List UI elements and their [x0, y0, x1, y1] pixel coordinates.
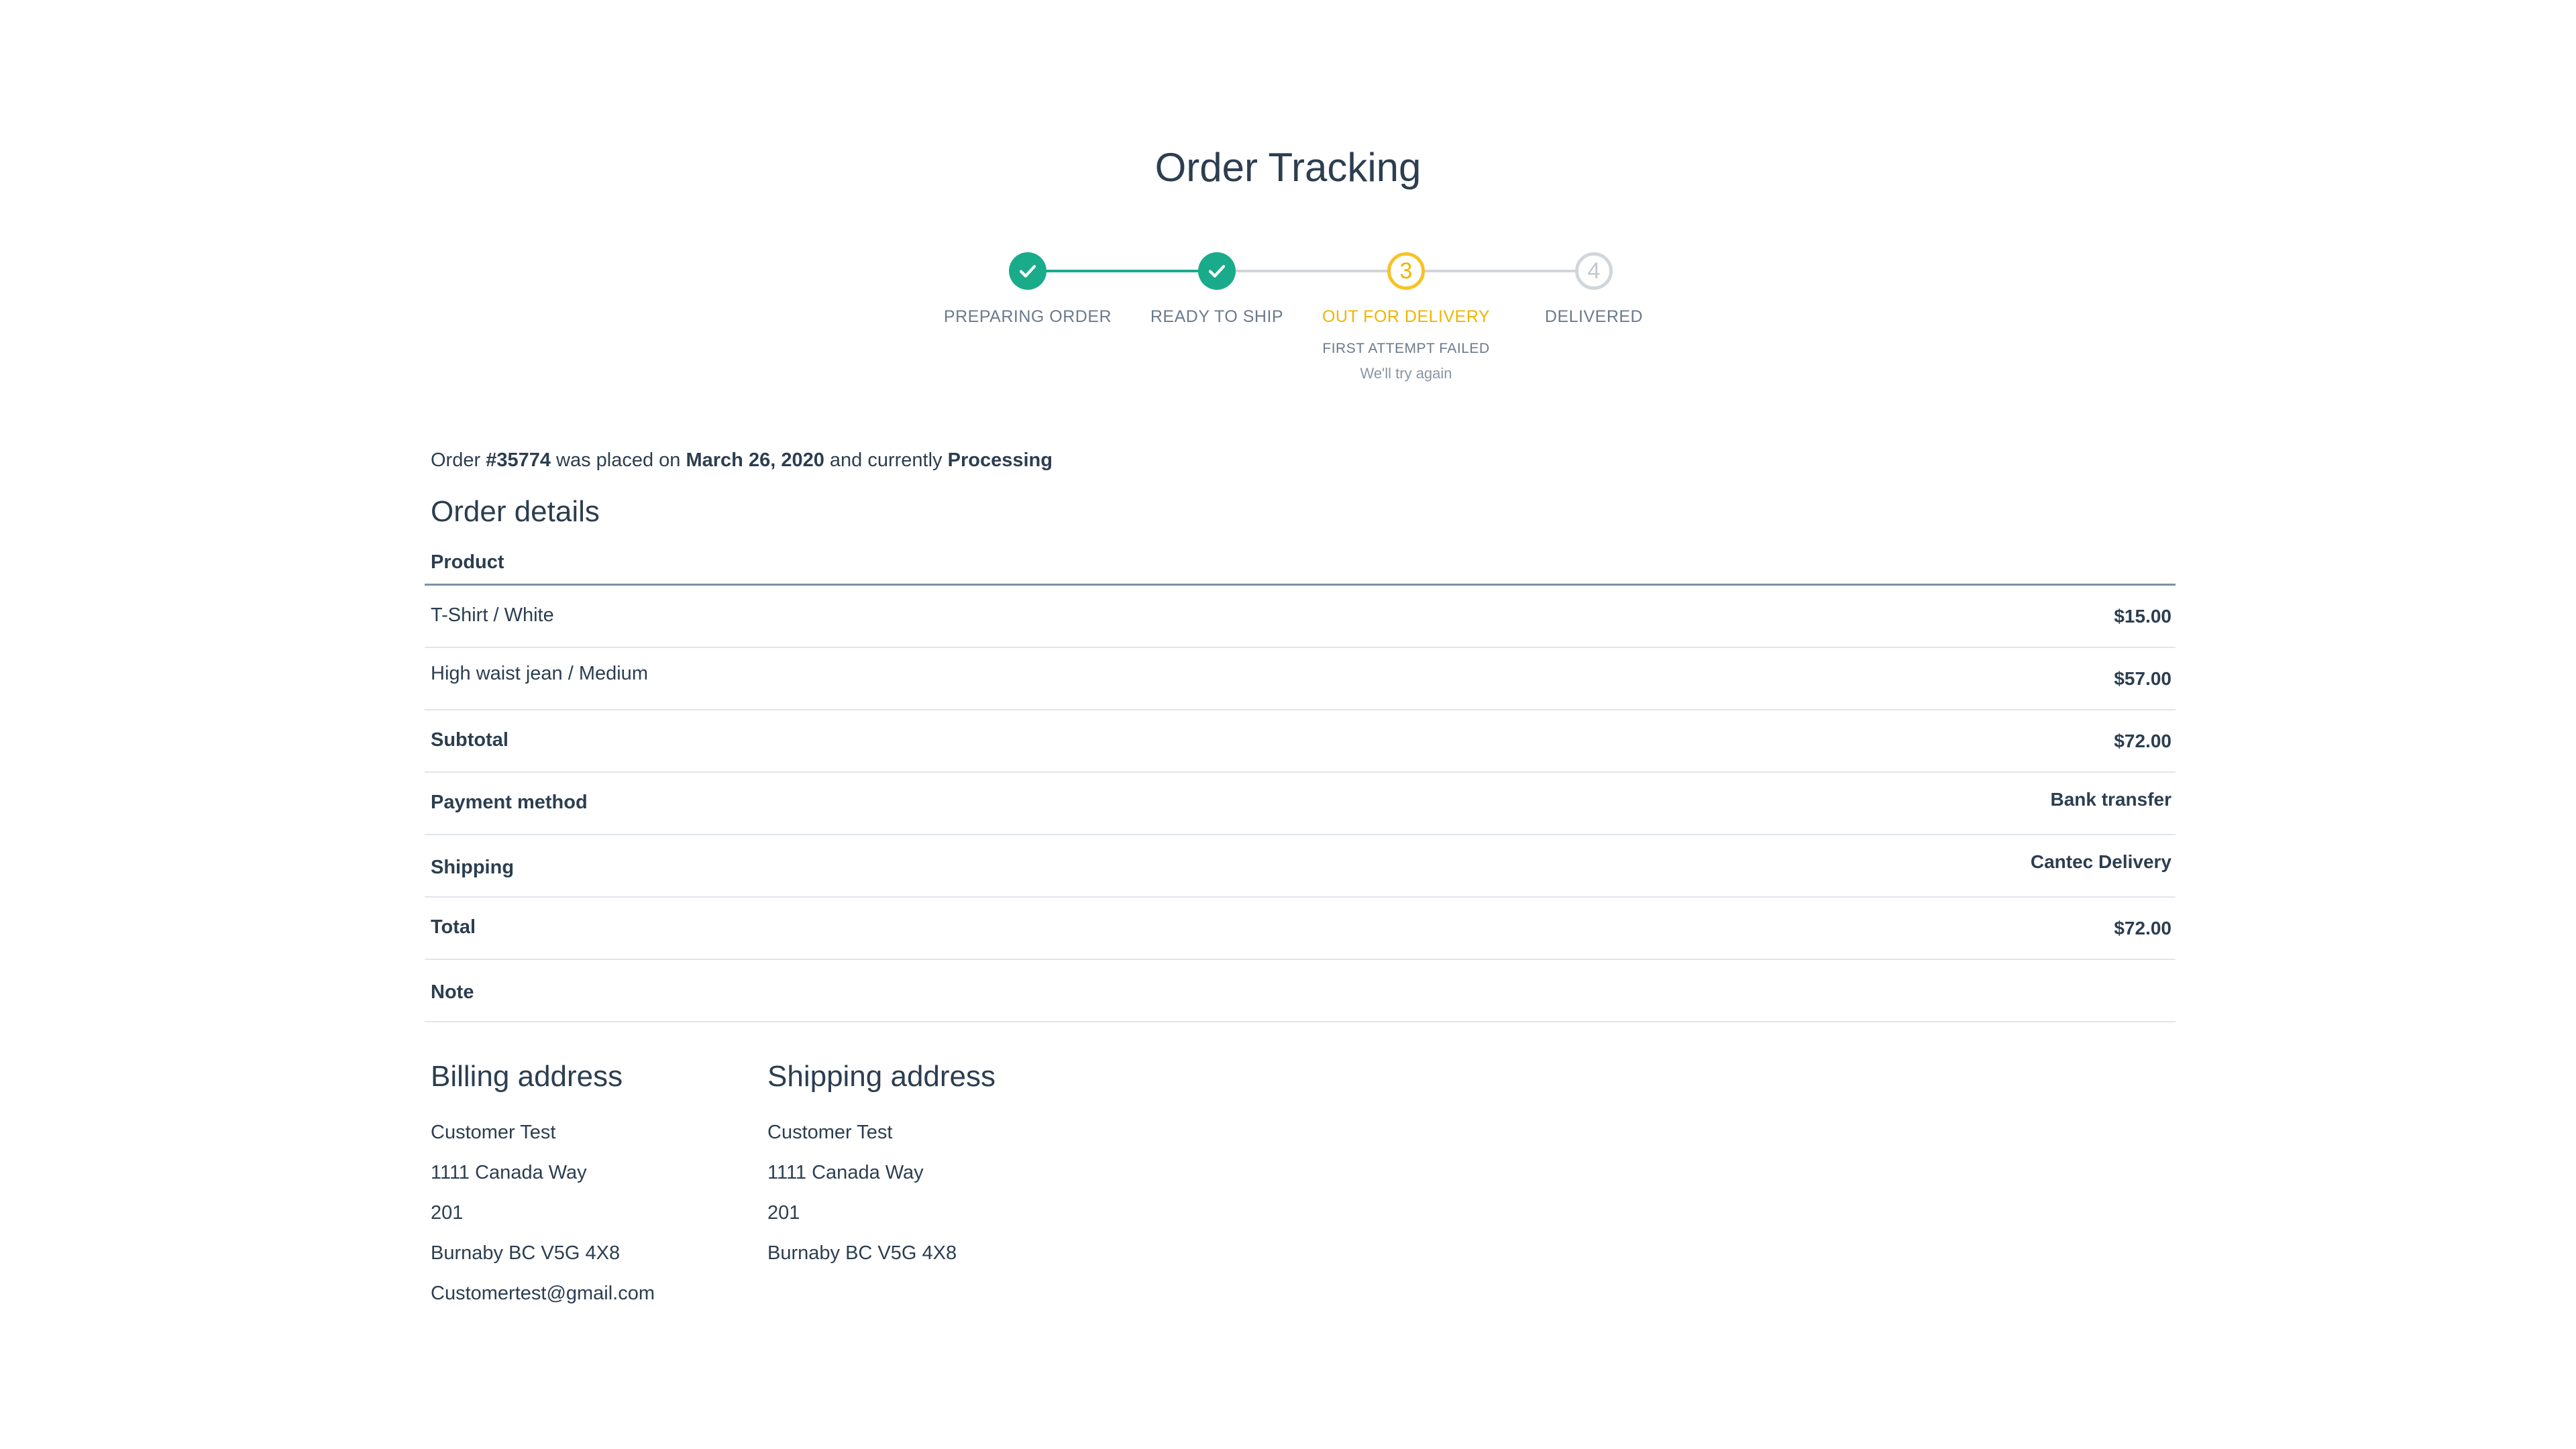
step-connector-3: [1406, 270, 1594, 272]
row-label: Shipping: [431, 857, 515, 878]
table-row: Total $72.00: [425, 898, 2176, 960]
billing-email: Customertest@gmail.com: [431, 1283, 655, 1304]
step-3-number: 3: [1387, 252, 1425, 290]
billing-address: Customer Test 1111 Canada Way 201 Burnab…: [431, 1112, 655, 1313]
row-label: Note: [431, 981, 474, 1003]
table-row: Shipping Cantec Delivery: [425, 835, 2176, 898]
table-header: Product: [425, 550, 2176, 586]
summary-middle: was placed on: [550, 449, 686, 471]
step-4-label: DELIVERED: [1544, 307, 1644, 326]
row-label: T-Shirt / White: [431, 604, 554, 626]
billing-city: Burnaby BC V5G 4X8: [431, 1242, 621, 1264]
table-row: Subtotal $72.00: [425, 710, 2176, 773]
row-value: $15.00: [2114, 606, 2171, 627]
summary-middle2: and currently: [824, 449, 948, 471]
shipping-street: 1111 Canada Way: [767, 1162, 924, 1183]
row-value: $72.00: [2114, 918, 2171, 938]
step-3-note: FIRST ATTEMPT FAILED: [1322, 341, 1490, 356]
order-summary: Order #35774 was placed on March 26, 202…: [431, 449, 1053, 472]
table-row: T-Shirt / White $15.00: [425, 586, 2176, 648]
step-4-number: 4: [1575, 252, 1613, 290]
row-label: Subtotal: [431, 729, 508, 751]
order-number: #35774: [486, 449, 551, 471]
row-value: $57.00: [2114, 668, 2171, 689]
row-label: High waist jean / Medium: [431, 663, 648, 684]
table-row: High waist jean / Medium $57.00: [425, 648, 2176, 710]
shipping-name: Customer Test: [767, 1122, 893, 1143]
shipping-unit: 201: [767, 1202, 800, 1224]
billing-address-title: Billing address: [431, 1060, 623, 1093]
order-details-table: Product T-Shirt / White $15.00 High wais…: [425, 550, 2176, 1022]
step-2-complete-icon: [1198, 252, 1236, 290]
product-column-header: Product: [431, 551, 504, 573]
order-details-title: Order details: [431, 495, 600, 528]
row-label: Payment method: [431, 792, 588, 813]
order-progress-stepper: 3 4 PREPARING ORDER READY TO SHIP OUT FO…: [0, 0, 2576, 402]
row-value: $72.00: [2114, 731, 2171, 751]
billing-street: 1111 Canada Way: [431, 1162, 587, 1183]
step-connector-2: [1217, 270, 1406, 272]
table-row: Payment method Bank transfer: [425, 773, 2176, 835]
row-label: Total: [431, 916, 476, 938]
row-value: Cantec Delivery: [2030, 851, 2171, 872]
step-connector-1: [1028, 270, 1217, 272]
row-value: Bank transfer: [2050, 789, 2171, 810]
order-status: Processing: [947, 449, 1053, 471]
billing-name: Customer Test: [431, 1122, 556, 1143]
summary-prefix: Order: [431, 449, 486, 471]
shipping-address: Customer Test 1111 Canada Way 201 Burnab…: [767, 1112, 957, 1273]
step-3-subnote: We'll try again: [1360, 365, 1452, 382]
order-date: March 26, 2020: [686, 449, 824, 471]
check-icon: [1208, 265, 1226, 278]
step-1-complete-icon: [1009, 252, 1046, 290]
billing-unit: 201: [431, 1202, 464, 1224]
check-icon: [1019, 265, 1036, 278]
table-row: Note: [425, 960, 2176, 1022]
shipping-city: Burnaby BC V5G 4X8: [767, 1242, 957, 1264]
shipping-address-title: Shipping address: [767, 1060, 996, 1093]
